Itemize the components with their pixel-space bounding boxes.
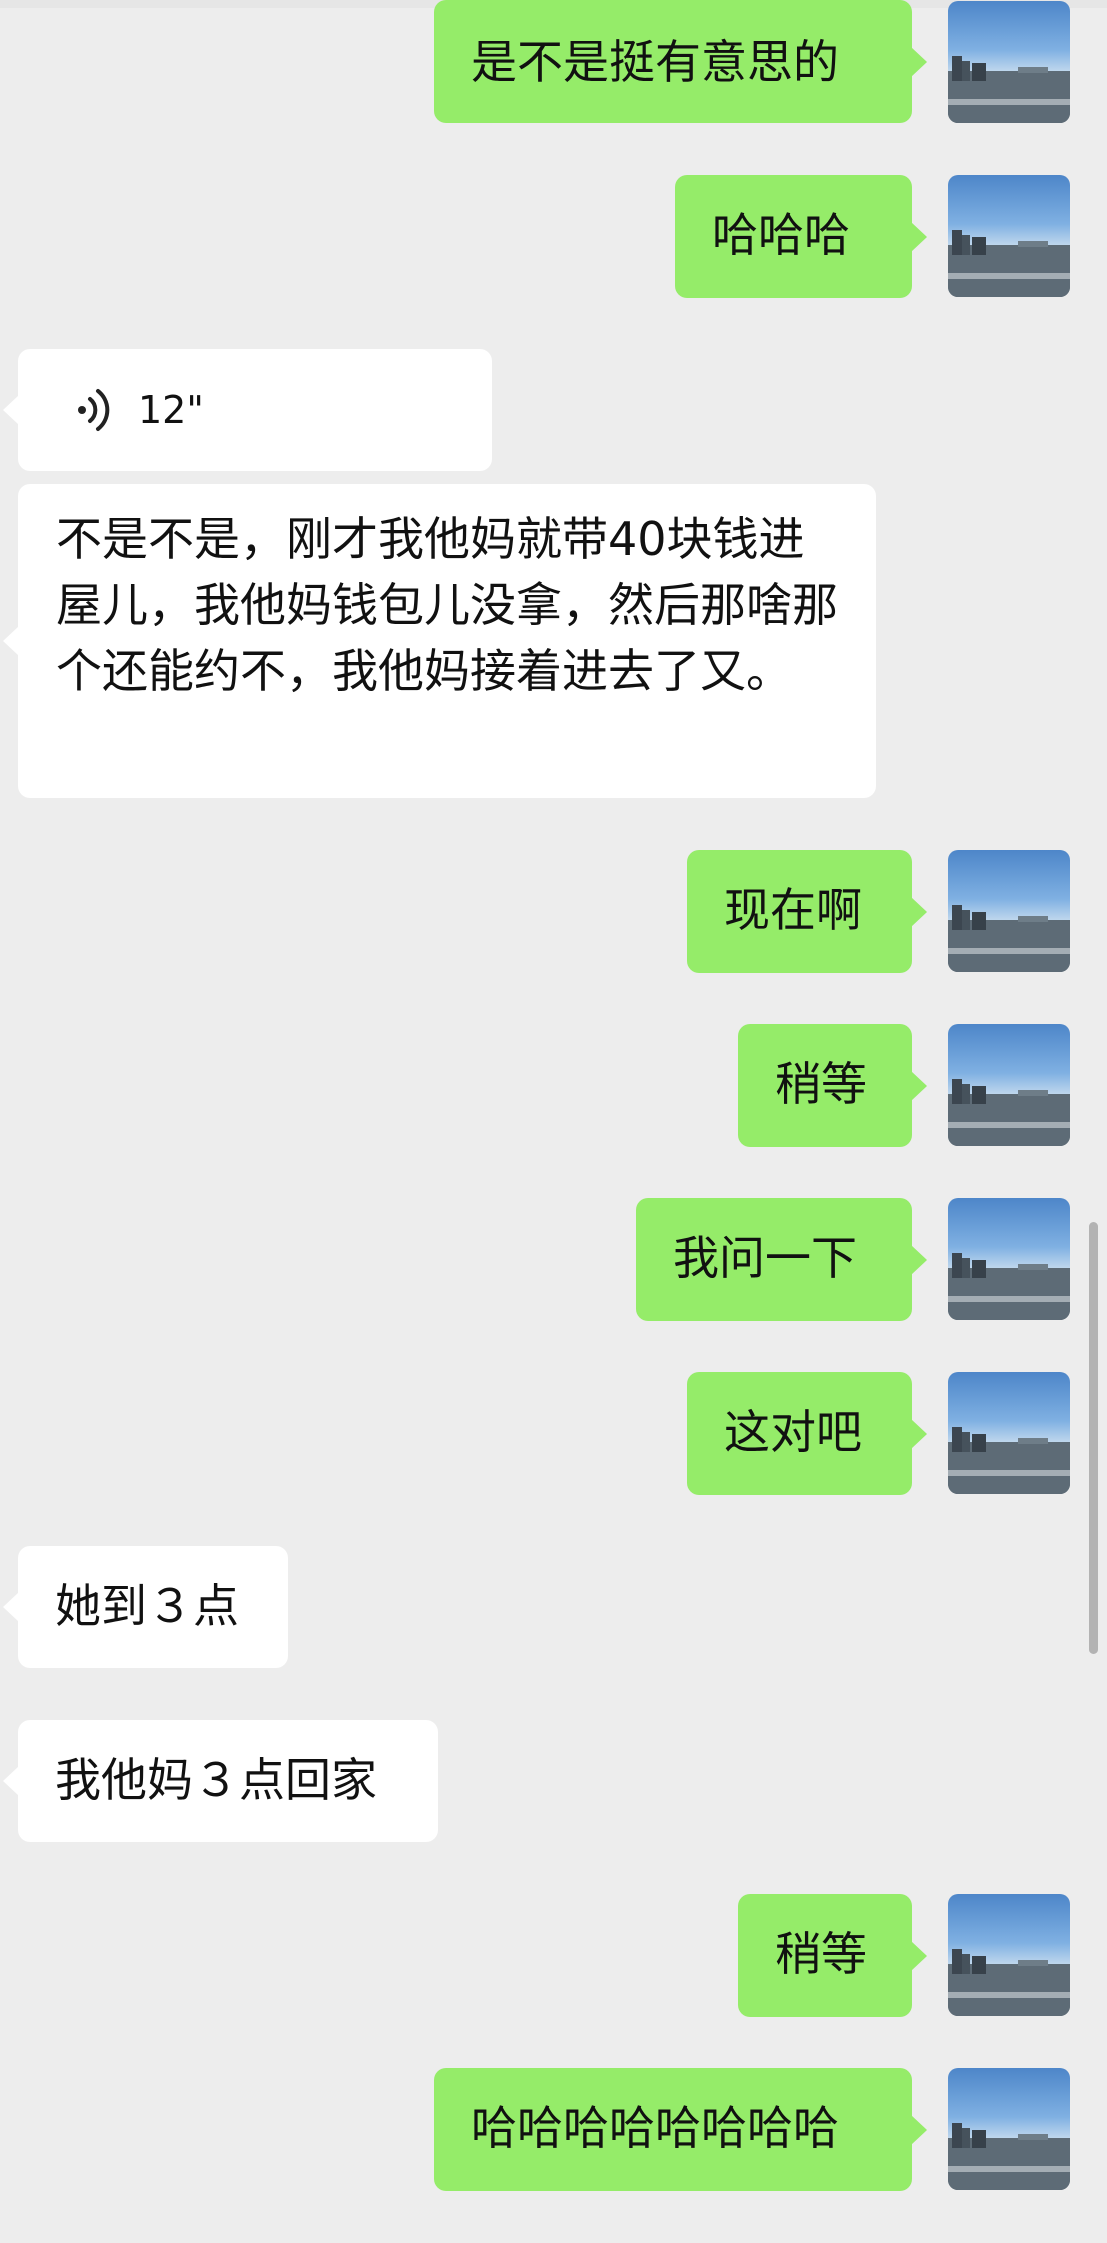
avatar[interactable] <box>948 1 1070 123</box>
message-bubble-outgoing[interactable]: 哈哈哈 <box>675 175 927 298</box>
scrollbar[interactable] <box>1089 1222 1098 1654</box>
message-bubble-incoming[interactable]: 不是不是，刚才我他妈就带40块钱进屋儿，我他妈钱包儿没拿，然后那啥那个还能约不，… <box>3 484 876 798</box>
voice-message-bubble[interactable]: 12" <box>3 349 492 471</box>
voice-duration: 12" <box>138 388 204 432</box>
avatar[interactable] <box>948 850 1070 972</box>
message-bubble-outgoing[interactable]: 哈哈哈哈哈哈哈哈 <box>434 2068 927 2191</box>
avatar[interactable] <box>948 1894 1070 2016</box>
avatar[interactable] <box>948 1372 1070 1494</box>
message-bubble-outgoing[interactable]: 稍等 <box>738 1024 927 1147</box>
message-bubble-incoming[interactable]: 我他妈３点回家 <box>3 1720 438 1842</box>
message-bubble-outgoing[interactable]: 现在啊 <box>687 850 927 973</box>
message-bubble-outgoing[interactable]: 我问一下 <box>636 1198 927 1321</box>
message-bubble-incoming[interactable]: 她到３点 <box>3 1546 288 1668</box>
avatar[interactable] <box>948 175 1070 297</box>
message-bubble-outgoing[interactable]: 是不是挺有意思的 <box>434 0 927 123</box>
avatar[interactable] <box>948 2068 1070 2190</box>
message-bubble-outgoing[interactable]: 稍等 <box>738 1894 927 2017</box>
message-bubble-outgoing[interactable]: 这对吧 <box>687 1372 927 1495</box>
avatar[interactable] <box>948 1198 1070 1320</box>
voice-waves-icon <box>78 389 110 431</box>
avatar[interactable] <box>948 1024 1070 1146</box>
